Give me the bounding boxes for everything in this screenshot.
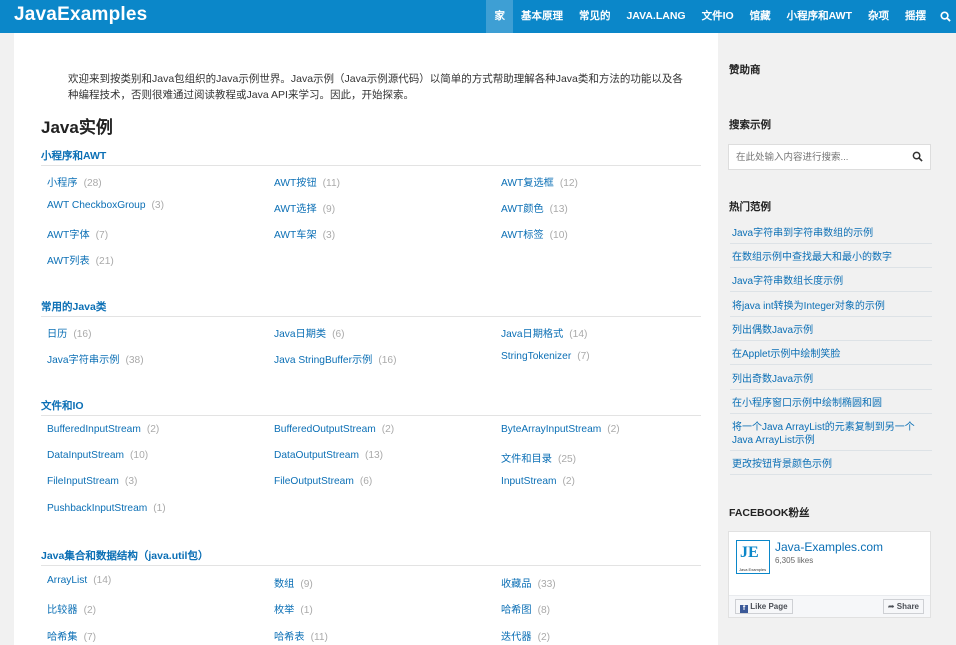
popular-divider xyxy=(730,243,932,244)
popular-heading: 热门范例 xyxy=(729,201,771,213)
category-divider xyxy=(41,565,701,566)
category-link[interactable]: AWT列表 (21) xyxy=(47,252,114,267)
nav-item-misc[interactable]: 杂项 xyxy=(860,0,897,33)
popular-link[interactable]: Java字符串数组长度示例 xyxy=(732,275,932,288)
intro-text: 欢迎来到按类别和Java包组织的Java示例世界。Java示例（Java示例源代… xyxy=(68,73,683,101)
category-link[interactable]: BufferedOutputStream (2) xyxy=(274,424,394,435)
popular-link[interactable]: Java字符串到字符串数组的示例 xyxy=(732,227,932,240)
category-link[interactable]: PushbackInputStream (1) xyxy=(47,503,166,514)
popular-link[interactable]: 列出偶数Java示例 xyxy=(732,324,932,337)
category-link[interactable]: FileOutputStream (6) xyxy=(274,476,372,487)
popular-divider xyxy=(730,450,932,451)
category-link[interactable]: 小程序 (28) xyxy=(47,174,102,189)
popular-divider xyxy=(730,316,932,317)
category-link[interactable]: 哈希表 (11) xyxy=(274,628,328,643)
popular-divider xyxy=(730,389,932,390)
sponsors-heading: 赞助商 xyxy=(729,64,761,76)
nav-item-applet-awt[interactable]: 小程序和AWT xyxy=(779,0,860,33)
category-link[interactable]: AWT车架 (3) xyxy=(274,226,335,241)
category-link[interactable]: Java日期格式 (14) xyxy=(501,325,587,340)
main-content: 欢迎来到按类别和Java包组织的Java示例世界。Java示例（Java示例源代… xyxy=(14,33,718,645)
category-link[interactable]: BufferedInputStream (2) xyxy=(47,424,159,435)
category-link[interactable]: 比较器 (2) xyxy=(47,601,96,616)
popular-link[interactable]: 更改按钮背景颜色示例 xyxy=(732,458,932,471)
category-link[interactable]: AWT复选框 (12) xyxy=(501,174,578,189)
popular-divider xyxy=(730,267,932,268)
category-link[interactable]: 哈希集 (7) xyxy=(47,628,96,643)
popular-link[interactable]: 将一个Java ArrayList的元素复制到另一个Java ArrayList… xyxy=(732,421,932,447)
facebook-widget: JE Java Examples Java-Examples.com 6,305… xyxy=(728,531,931,618)
category-link[interactable]: 日历 (16) xyxy=(47,325,92,340)
nav-item-common[interactable]: 常见的 xyxy=(571,0,619,33)
category-title-common-classes[interactable]: 常用的Java类 xyxy=(41,299,106,314)
nav-item-collections[interactable]: 馆藏 xyxy=(742,0,779,33)
popular-divider xyxy=(730,364,932,365)
category-link[interactable]: 迭代器 (2) xyxy=(501,628,550,643)
category-divider xyxy=(41,316,701,317)
facebook-like-count: 6,305 likes xyxy=(775,556,814,565)
category-title-file-io[interactable]: 文件和IO xyxy=(41,398,84,413)
search-heading: 搜索示例 xyxy=(729,119,771,131)
nav-item-file-io[interactable]: 文件IO xyxy=(694,0,742,33)
nav-item-java-lang[interactable]: JAVA.LANG xyxy=(618,0,693,33)
category-title-applet-awt[interactable]: 小程序和AWT xyxy=(41,148,106,163)
popular-link[interactable]: 在小程序窗口示例中绘制椭圆和圆 xyxy=(732,397,932,410)
category-title-collections[interactable]: Java集合和数据结构（java.util包） xyxy=(41,548,208,563)
facebook-page-logo[interactable]: JE Java Examples xyxy=(736,540,770,574)
category-link[interactable]: Java字符串示例 (38) xyxy=(47,351,144,366)
like-page-button[interactable]: f Like Page xyxy=(735,599,793,614)
search-icon[interactable] xyxy=(912,151,924,163)
category-link[interactable]: DataInputStream (10) xyxy=(47,450,148,461)
category-link[interactable]: 数组 (9) xyxy=(274,575,313,590)
page-title: Java实例 xyxy=(41,118,113,137)
facebook-heading: FACEBOOK粉丝 xyxy=(729,507,810,519)
category-link[interactable]: AWT选择 (9) xyxy=(274,200,335,215)
popular-divider xyxy=(730,340,932,341)
category-link[interactable]: ArrayList (14) xyxy=(47,575,111,586)
popular-divider xyxy=(730,291,932,292)
facebook-icon: f xyxy=(740,605,748,613)
nav-item-basics[interactable]: 基本原理 xyxy=(513,0,571,33)
category-link[interactable]: 枚举 (1) xyxy=(274,601,313,616)
category-link[interactable]: Java StringBuffer示例 (16) xyxy=(274,351,396,366)
popular-divider xyxy=(730,474,932,475)
category-link[interactable]: 文件和目录 (25) xyxy=(501,450,576,465)
category-link[interactable]: FileInputStream (3) xyxy=(47,476,137,487)
category-link[interactable]: ByteArrayInputStream (2) xyxy=(501,424,620,435)
category-link[interactable]: AWT按钮 (11) xyxy=(274,174,340,189)
category-link[interactable]: AWT标签 (10) xyxy=(501,226,568,241)
share-arrow-icon: ➦ xyxy=(887,602,895,611)
popular-divider xyxy=(730,413,932,414)
sidebar: 赞助商 搜索示例 热门范例 Java字符串到字符串数组的示例 在数组示例中查找最… xyxy=(718,33,956,645)
facebook-page-name[interactable]: Java-Examples.com xyxy=(775,540,883,554)
category-link[interactable]: 哈希图 (8) xyxy=(501,601,550,616)
category-link[interactable]: Java日期类 (6) xyxy=(274,325,345,340)
category-divider xyxy=(41,415,701,416)
facebook-action-bar: f Like Page ➦ Share xyxy=(729,595,930,617)
category-link[interactable]: DataOutputStream (13) xyxy=(274,450,383,461)
category-link[interactable]: AWT CheckboxGroup (3) xyxy=(47,200,164,211)
category-divider xyxy=(41,165,701,166)
category-link[interactable]: 收藏品 (33) xyxy=(501,575,556,590)
top-navigation-bar: JavaExamples 家 基本原理 常见的 JAVA.LANG 文件IO 馆… xyxy=(0,0,956,33)
main-nav: 家 基本原理 常见的 JAVA.LANG 文件IO 馆藏 小程序和AWT 杂项 … xyxy=(486,0,956,33)
nav-item-home[interactable]: 家 xyxy=(486,0,513,33)
share-button[interactable]: ➦ Share xyxy=(882,599,924,614)
popular-link[interactable]: 将java int转换为Integer对象的示例 xyxy=(732,300,932,313)
category-link[interactable]: AWT字体 (7) xyxy=(47,226,108,241)
sidebar-search xyxy=(728,144,931,170)
popular-link[interactable]: 列出奇数Java示例 xyxy=(732,373,932,386)
popular-link[interactable]: 在Applet示例中绘制笑脸 xyxy=(732,348,932,361)
search-input[interactable] xyxy=(729,145,904,169)
site-logo[interactable]: JavaExamples xyxy=(14,4,147,26)
category-link[interactable]: InputStream (2) xyxy=(501,476,575,487)
nav-item-swing[interactable]: 摇摆 xyxy=(897,0,934,33)
category-link[interactable]: StringTokenizer (7) xyxy=(501,351,590,362)
search-icon[interactable] xyxy=(934,0,956,33)
category-link[interactable]: AWT颜色 (13) xyxy=(501,200,568,215)
popular-link[interactable]: 在数组示例中查找最大和最小的数字 xyxy=(732,251,932,264)
